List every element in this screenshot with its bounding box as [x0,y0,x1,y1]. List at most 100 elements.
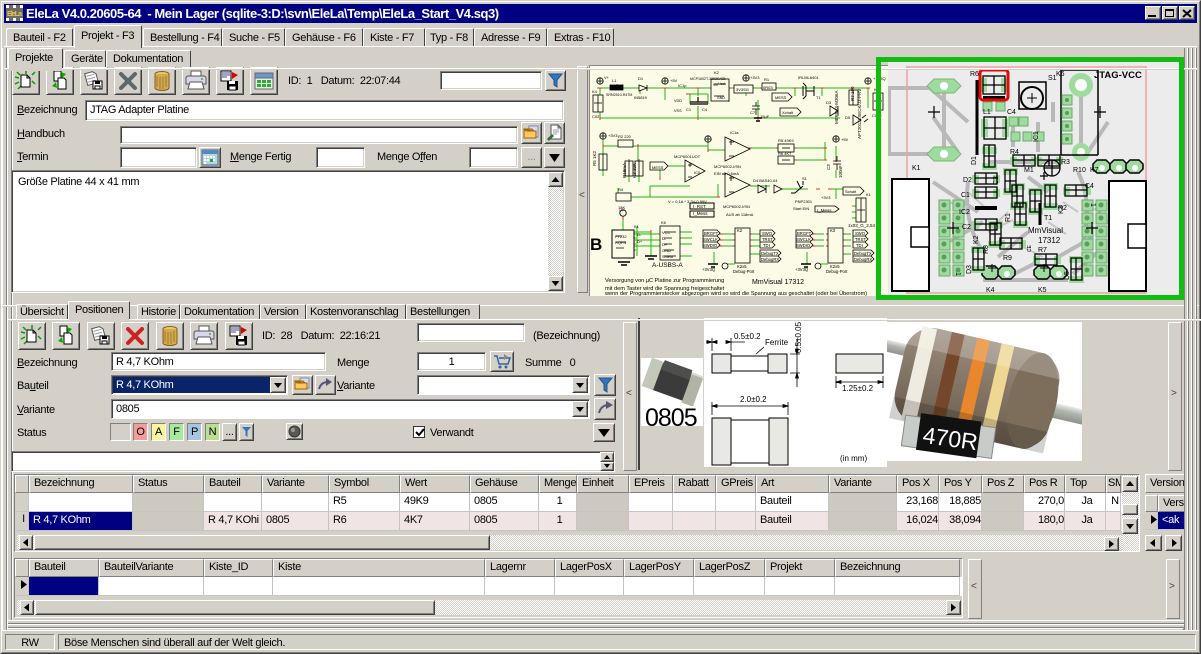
svg-text:MBP5V3-M306A: MBP5V3-M306A [834,90,839,124]
svg-text:SWCLK: SWCLK [703,237,718,242]
svg-text:+3V3Q: +3V3Q [702,267,716,272]
svg-text:K6: K6 [661,220,667,225]
svg-text:Start EIN: Start EIN [793,206,809,211]
svg-text:Versorgung von µC Platine zur: Versorgung von µC Platine zur Programmie… [605,278,724,284]
svg-text:MmVisual 17312: MmVisual 17312 [752,279,804,286]
svg-text:I_RST: I_RST [693,204,706,209]
svg-text:MESS: MESS [652,165,664,170]
svg-text:SWCLK: SWCLK [796,237,811,242]
svg-text:Shield: Shield [662,254,673,259]
svg-text:Vout: Vout [718,82,725,86]
svg-text:Xchalt: Xchalt [782,110,794,115]
svg-text:K1: K1 [866,192,872,197]
svg-text:EIN ab 0,6mA: EIN ab 0,6mA [714,171,739,176]
svg-text:APT2012LSECK/J3-PRV: APT2012LSECK/J3-PRV [857,89,862,139]
svg-text:MCP6001UOT: MCP6001UOT [674,154,701,159]
svg-text:C1: C1 [686,107,692,112]
svg-text:TRST: TRST [855,237,866,242]
svg-text:AUS ab 118mA: AUS ab 118mA [726,212,754,217]
svg-text:1.25±0.2: 1.25±0.2 [842,384,874,393]
svg-text:IC1p: IC1p [678,83,687,88]
svg-text:SWO: SWO [855,231,866,236]
svg-text:MCP6002-I/SN: MCP6002-I/SN [723,204,750,209]
svg-text:SWO: SWO [762,231,773,236]
svg-text:SWDIO: SWDIO [703,243,718,248]
svg-text:Schalt: Schalt [845,189,857,194]
svg-text:R1: R1 [764,77,770,82]
svg-text:TDI: TDI [856,243,863,248]
svg-text:D-: D- [662,236,667,241]
svg-text:DebugRX: DebugRX [761,257,779,262]
svg-text:BRGFT: BRGFT [704,231,719,236]
svg-text:100nF: 100nF [838,165,843,178]
svg-text:K4: K4 [592,89,598,94]
svg-text:VDD: VDD [674,99,682,103]
svg-text:C02: C02 [592,114,600,119]
svg-text:K3: K3 [830,228,836,233]
svg-text:+3V3: +3V3 [750,75,760,80]
svg-text:V+: V+ [619,208,625,213]
svg-text:GND: GND [662,248,671,253]
svg-text:B: B [590,235,602,254]
svg-text:L1: L1 [612,78,617,83]
svg-text:R2 220: R2 220 [618,134,632,139]
svg-text:R5 1K2: R5 1K2 [592,150,597,166]
svg-text:PNP2301: PNP2301 [795,199,813,204]
svg-text:VCC: VCC [662,230,671,235]
svg-text:K2: K2 [737,228,743,233]
svg-text:3V3SG: 3V3SG [736,87,749,92]
svg-text:(in mm): (in mm) [840,454,867,463]
svg-text:+3V3Q: +3V3Q [795,267,809,272]
svg-text:GND: GND [717,96,725,100]
svg-text:0.5±0.2: 0.5±0.2 [734,332,761,341]
svg-text:D-: D- [637,232,642,237]
svg-text:R6 4K7: R6 4K7 [778,151,792,156]
svg-text:+3V3: +3V3 [821,195,831,200]
svg-text:K2: K2 [714,70,720,75]
svg-text:C4: C4 [702,107,708,112]
svg-text:SWDIO: SWDIO [796,243,811,248]
svg-text:15µF: 15µF [760,114,770,119]
svg-text:IC0: IC0 [694,170,701,175]
svg-text:R4: R4 [618,187,624,192]
svg-text:Debug-Port: Debug-Port [826,269,848,274]
svg-text:DebugRX: DebugRX [854,257,872,262]
svg-text:C7: C7 [750,110,756,115]
svg-text:VSS: VSS [674,109,682,113]
svg-text:RQFN: RQFN [615,240,626,245]
svg-text:0R03: 0R03 [763,85,773,90]
svg-text:R18mA: R18mA [622,163,627,178]
svg-text:C3: C3 [826,164,831,170]
svg-text:+5V: +5V [670,78,678,83]
svg-text:2.0±0.2: 2.0±0.2 [740,395,767,404]
svg-text:D+: D+ [662,242,668,247]
svg-text:D3: D3 [826,100,832,105]
svg-text:DebugTX: DebugTX [854,251,872,256]
svg-text:MCP1602T-3302E/CB: MCP1602T-3302E/CB [690,77,726,81]
svg-text:T1: T1 [816,95,821,100]
svg-text:A-USBS-A: A-USBS-A [652,262,683,269]
svg-text:MESS: MESS [775,95,787,100]
svg-text:R3 39K: R3 39K [632,163,637,178]
svg-text:I_Mess: I_Mess [693,211,708,216]
svg-text:SRN2510-R47M: SRN2510-R47M [606,93,632,97]
svg-text:TRST: TRST [762,237,773,242]
svg-text:I_Mess: I_Mess [817,208,832,213]
svg-text:BRGFT: BRGFT [797,231,812,236]
svg-text:D+: D+ [637,239,643,244]
svg-text:R5 49K9: R5 49K9 [778,138,794,143]
svg-text:IC1a: IC1a [730,130,739,135]
svg-text:TDI: TDI [763,243,770,248]
svg-text:FT232: FT232 [615,234,627,239]
svg-text:1x03_G_2,54: 1x03_G_2,54 [848,223,876,228]
svg-text:D5: D5 [845,115,851,120]
svg-text:Debug-Port: Debug-Port [733,269,755,274]
svg-text:IN5819: IN5819 [634,95,648,100]
svg-text:wenn der Programmierstecker ab: wenn der Programmierstecker abgezogen wi… [604,290,867,296]
svg-text:K1: K1 [634,224,640,229]
svg-text:+5V: +5V [841,137,849,142]
svg-text:D4 BAS40-04: D4 BAS40-04 [753,178,778,183]
svg-text:IRLML6401: IRLML6401 [798,75,819,80]
svg-text:DebugTX: DebugTX [761,251,779,256]
svg-text:R7 190: R7 190 [850,86,855,101]
